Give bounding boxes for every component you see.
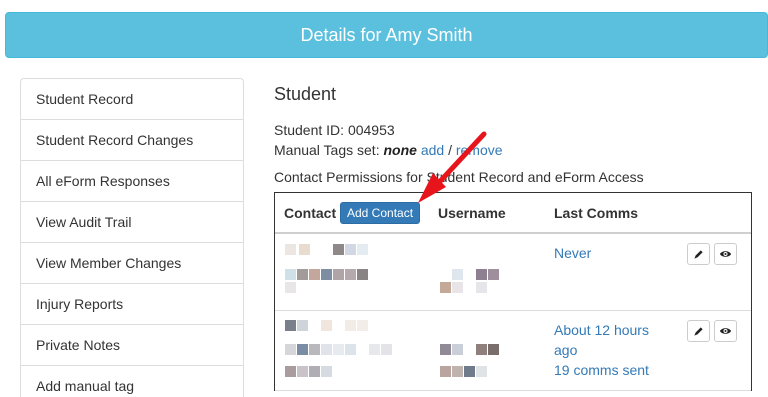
last-comms-link[interactable]: About 12 hours ago: [554, 322, 649, 358]
sidebar-item-all-eform-responses[interactable]: All eForm Responses: [21, 161, 243, 202]
pencil-icon: [694, 326, 703, 336]
redacted-contact-name: [285, 320, 395, 385]
student-id-line: Student ID: 004953: [274, 120, 754, 140]
edit-contact-button[interactable]: [687, 320, 710, 342]
add-contact-button[interactable]: Add Contact: [340, 202, 421, 224]
eye-icon: [719, 328, 732, 334]
section-title: Student: [274, 84, 337, 104]
remove-tag-link[interactable]: remove: [456, 142, 503, 158]
sidebar-item-student-record-changes[interactable]: Student Record Changes: [21, 120, 243, 161]
column-header-last-comms: Last Comms: [554, 205, 639, 221]
manual-tags-label: Manual Tags set:: [274, 142, 380, 158]
view-contact-button[interactable]: [714, 243, 737, 265]
edit-contact-button[interactable]: [687, 243, 710, 265]
manual-tags-value: none: [383, 142, 417, 158]
comms-sent-link[interactable]: 19 comms sent: [554, 362, 649, 378]
student-id-value: 004953: [347, 122, 395, 138]
sidebar-item-private-notes[interactable]: Private Notes: [21, 325, 243, 366]
table-row: About 12 hours ago 19 comms sent: [275, 311, 751, 391]
sidebar-item-view-audit-trail[interactable]: View Audit Trail: [21, 202, 243, 243]
column-header-contact: Contact: [284, 205, 337, 221]
sidebar-item-injury-reports[interactable]: Injury Reports: [21, 284, 243, 325]
pencil-icon: [694, 249, 703, 259]
row-actions: [687, 320, 737, 342]
link-separator: /: [448, 142, 452, 158]
manual-tags-line: Manual Tags set: none add / remove: [274, 140, 754, 160]
eye-icon: [719, 251, 732, 257]
table-row: Never: [275, 234, 751, 311]
last-comms-cell: About 12 hours ago 19 comms sent: [554, 320, 664, 380]
page-title: Details for Amy Smith: [300, 24, 473, 45]
row-actions: [687, 243, 737, 265]
last-comms-link[interactable]: Never: [554, 245, 591, 261]
table-header-row: Contact Add Contact Username Last Comms: [275, 193, 751, 234]
redacted-username: [440, 269, 510, 299]
last-comms-cell: Never: [554, 243, 664, 263]
student-id-label: Student ID:: [274, 122, 345, 138]
student-section: Student Student ID: 004953 Manual Tags s…: [274, 84, 754, 187]
add-tag-link[interactable]: add: [421, 142, 444, 158]
contact-permissions-text: Contact Permissions for Student Record a…: [274, 169, 644, 185]
sidebar-item-student-record[interactable]: Student Record: [21, 79, 243, 120]
sidebar-item-view-member-changes[interactable]: View Member Changes: [21, 243, 243, 284]
column-header-username: Username: [438, 205, 506, 221]
page-header: Details for Amy Smith: [5, 12, 768, 58]
sidebar-item-add-manual-tag[interactable]: Add manual tag: [21, 366, 243, 397]
view-contact-button[interactable]: [714, 320, 737, 342]
contacts-table: Contact Add Contact Username Last Comms: [274, 192, 752, 391]
redacted-username: [440, 344, 510, 384]
sidebar-nav: Student Record Student Record Changes Al…: [20, 78, 244, 397]
redacted-contact-name: [285, 244, 395, 296]
